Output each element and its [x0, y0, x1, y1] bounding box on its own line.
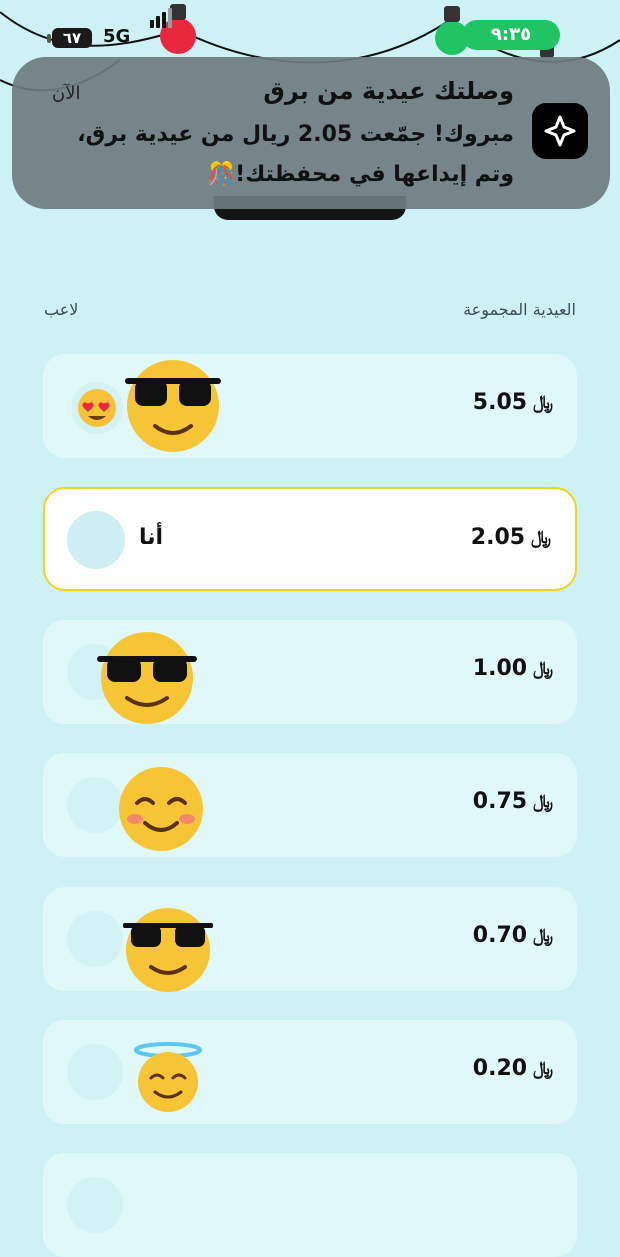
notification-title: وصلتك عيدية من برق: [263, 77, 514, 105]
leaderboard-row[interactable]: 0.75 ﷼: [43, 753, 577, 857]
status-bar: ٦٧ 5G ٩:٣٥: [0, 8, 620, 58]
player-avatar: [67, 911, 123, 967]
amount: 0.20 ﷼: [472, 1056, 553, 1081]
riyal-symbol: ﷼: [533, 791, 553, 812]
riyal-symbol: ﷼: [533, 392, 553, 413]
barq-app-icon: [532, 103, 588, 159]
battery-indicator: ٦٧: [52, 28, 92, 48]
notification-time: الآن: [52, 83, 81, 104]
player-avatar: [71, 382, 123, 434]
riyal-symbol: ﷼: [533, 1058, 553, 1079]
notification-line-1: مبروك! جمّعت 2.05 ريال من عيدية برق،: [77, 122, 514, 147]
player-avatar: [67, 511, 125, 569]
amount: 2.05 ﷼: [470, 525, 551, 550]
riyal-symbol: ﷼: [531, 527, 551, 548]
amount: 5.05 ﷼: [472, 390, 553, 415]
me-label: أنا: [139, 525, 164, 550]
sunglasses-emoji-icon: [97, 632, 197, 724]
amount: 0.70 ﷼: [472, 923, 553, 948]
leaderboard-row[interactable]: 1.00 ﷼: [43, 620, 577, 724]
heart-eyes-emoji-icon: [78, 389, 116, 427]
status-time: ٩:٣٥: [462, 20, 560, 50]
sunglasses-emoji-icon: [123, 908, 213, 992]
notification-line-2: وتم إيداعها في محفظتك!🎊: [207, 162, 514, 187]
notification-banner[interactable]: وصلتك عيدية من برق الآن مبروك! جمّعت 2.0…: [12, 57, 610, 209]
battery-cap: [47, 34, 51, 43]
header-collected: العيدية المجموعة: [463, 300, 576, 319]
player-avatar: [67, 1044, 123, 1100]
leaderboard-row[interactable]: 0.70 ﷼: [43, 887, 577, 992]
leaderboard-row-me[interactable]: أنا 2.05 ﷼: [43, 487, 577, 591]
notification-body: مبروك! جمّعت 2.05 ريال من عيدية برق، وتم…: [44, 115, 514, 195]
player-avatar: [67, 1177, 123, 1233]
riyal-symbol: ﷼: [533, 658, 553, 679]
amount: 1.00 ﷼: [472, 656, 553, 681]
leaderboard-row[interactable]: [43, 1153, 577, 1257]
header-player: لاعب: [44, 300, 79, 319]
halo-emoji-icon: [134, 1042, 202, 1112]
sunglasses-emoji-icon: [125, 360, 221, 452]
leaderboard-row[interactable]: 5.05 ﷼: [43, 354, 577, 458]
amount: 0.75 ﷼: [472, 789, 553, 814]
smiling-blush-emoji-icon: [119, 767, 203, 851]
riyal-symbol: ﷼: [533, 925, 553, 946]
network-type: 5G: [103, 26, 131, 47]
leaderboard-row[interactable]: 0.20 ﷼: [43, 1020, 577, 1124]
